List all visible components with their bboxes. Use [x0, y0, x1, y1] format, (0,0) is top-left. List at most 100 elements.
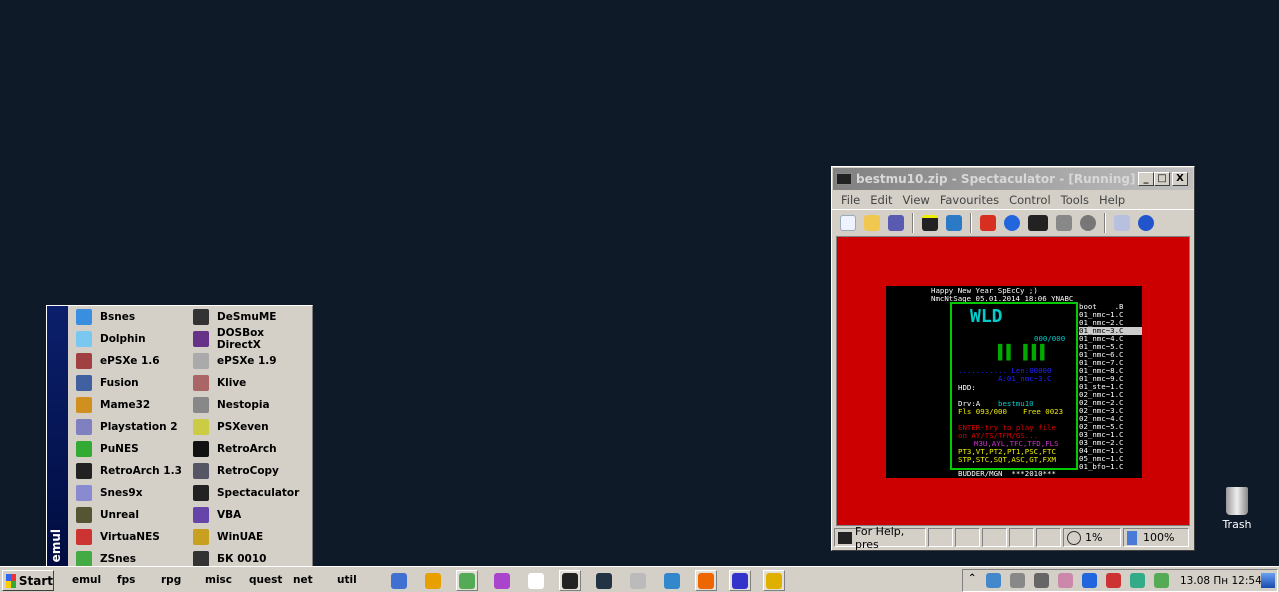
menu-item-3[interactable]: Klive: [193, 372, 311, 394]
menu-item-6[interactable]: RetroArch: [193, 438, 311, 460]
pause-icon[interactable]: [1004, 214, 1020, 231]
menu-item-mame32[interactable]: Mame32: [76, 394, 196, 416]
close-button[interactable]: X: [1172, 172, 1188, 186]
taskbar-button[interactable]: [525, 570, 547, 591]
taskbar-button[interactable]: [593, 570, 615, 591]
menu-view[interactable]: View: [898, 193, 935, 207]
tray-star-icon[interactable]: [1058, 573, 1073, 588]
app-icon: [76, 353, 92, 369]
menu-item-10[interactable]: WinUAE: [193, 526, 311, 548]
joystick-icon[interactable]: [1114, 214, 1130, 231]
camera-icon: [630, 572, 646, 589]
menu-item-2[interactable]: ePSXe 1.9: [193, 350, 311, 372]
app-icon: [193, 507, 209, 523]
current-file: A:01_nmc~3.C: [998, 374, 1052, 383]
taskbar-button[interactable]: [388, 570, 410, 591]
spectaculator-icon: [562, 572, 578, 589]
app-icon: [193, 397, 209, 413]
taskbar-button[interactable]: [627, 570, 649, 591]
app-icon: [76, 507, 92, 523]
toolbar-fps[interactable]: fps: [117, 574, 135, 586]
menu-favourites[interactable]: Favourites: [935, 193, 1004, 207]
open-icon[interactable]: [864, 214, 880, 231]
menu-edit[interactable]: Edit: [865, 193, 897, 207]
menu-item-fusion[interactable]: Fusion: [76, 372, 196, 394]
show-hidden-icons-chevron[interactable]: ⌃: [968, 573, 976, 584]
taskbar-button[interactable]: [729, 570, 751, 591]
menu-item-5[interactable]: PSXeven: [193, 416, 311, 438]
launcher-icon: [391, 572, 407, 589]
taskbar-button[interactable]: [661, 570, 683, 591]
app-icon: [193, 309, 209, 325]
menu-item-unreal[interactable]: Unreal: [76, 504, 196, 526]
window-icon[interactable]: [946, 214, 962, 231]
help-icon[interactable]: [1138, 214, 1154, 231]
menu-item-4[interactable]: Nestopia: [193, 394, 311, 416]
system-tray: ⌃ 13.08 Пн 12:54: [962, 569, 1278, 592]
menu-item-7[interactable]: RetroCopy: [193, 460, 311, 482]
machine-dropdown-icon[interactable]: [1028, 214, 1048, 231]
menu-item-playstation-2[interactable]: Playstation 2: [76, 416, 196, 438]
start-button[interactable]: Start: [2, 570, 54, 591]
toolbar-rpg[interactable]: rpg: [161, 574, 181, 586]
menu-help[interactable]: Help: [1094, 193, 1130, 207]
toolbar-emul[interactable]: emul: [72, 574, 101, 586]
toolbar-util[interactable]: util: [337, 574, 357, 586]
toolbar-quest[interactable]: quest: [249, 574, 282, 586]
free-count: Free 0023: [1023, 407, 1064, 416]
menu-item-9[interactable]: VBA: [193, 504, 311, 526]
menu-item-1[interactable]: DOSBox DirectX: [193, 327, 311, 351]
taskbar-button[interactable]: [695, 570, 717, 591]
tray-diamond-icon[interactable]: [1106, 573, 1121, 588]
terminal-icon: [596, 572, 612, 589]
taskbar-button[interactable]: [422, 570, 444, 591]
menu-item-snes9x[interactable]: Snes9x: [76, 482, 196, 504]
menu-control[interactable]: Control: [1004, 193, 1056, 207]
clock[interactable]: 13.08 Пн 12:54: [1180, 575, 1262, 587]
windows-logo-icon: [6, 573, 16, 588]
hdd-label: HDD:: [958, 383, 976, 392]
start-submenu-emul: emul Bsnes Dolphin ePSXe 1.6 Fusion Mame32 Pl…: [46, 305, 313, 569]
menu-file[interactable]: File: [836, 193, 865, 207]
new-icon[interactable]: [840, 214, 856, 231]
save-icon[interactable]: [888, 214, 904, 231]
menu-item-dolphin[interactable]: Dolphin: [76, 328, 196, 350]
file-list-item[interactable]: 01_bfo~1.C: [1079, 463, 1124, 471]
app-icon: [193, 331, 209, 347]
maximize-button[interactable]: □: [1154, 172, 1170, 186]
toolbar-net[interactable]: net: [293, 574, 313, 586]
toolbar: [832, 209, 1194, 235]
taskbar-button[interactable]: [559, 570, 581, 591]
menu-item-bsnes[interactable]: Bsnes: [76, 306, 196, 328]
utorrent-tray-icon[interactable]: [1154, 573, 1169, 588]
record-stop-icon[interactable]: [1080, 214, 1096, 231]
desktop-trash[interactable]: Trash: [1217, 487, 1257, 531]
taskbar-button[interactable]: [763, 570, 785, 591]
taskbar-button[interactable]: [456, 570, 478, 591]
menu-item-8[interactable]: Spectaculator: [193, 482, 311, 504]
tape-icon[interactable]: [922, 214, 938, 231]
spectrum-screen[interactable]: Happy New Year SpEcCy ;) NmcNtSage 05.01…: [886, 286, 1142, 478]
reset-icon[interactable]: [980, 214, 996, 231]
emulator-display[interactable]: Happy New Year SpEcCy ;) NmcNtSage 05.01…: [836, 236, 1190, 526]
tray-app-icon[interactable]: [986, 573, 1001, 588]
app-icon: [193, 419, 209, 435]
menu-item-retroarch-1-3[interactable]: RetroArch 1.3: [76, 460, 196, 482]
tray-cow-icon[interactable]: [1010, 573, 1025, 588]
camera-icon[interactable]: [1056, 214, 1072, 231]
show-desktop-button[interactable]: [1261, 573, 1275, 588]
app-icon: [193, 375, 209, 391]
menu-item-virtuanes[interactable]: VirtuaNES: [76, 526, 196, 548]
menu-item-epsxe-1-6[interactable]: ePSXe 1.6: [76, 350, 196, 372]
minimize-button[interactable]: _: [1138, 172, 1154, 186]
menu-item-0[interactable]: DeSmuME: [193, 306, 311, 328]
toolbar-misc[interactable]: misc: [205, 574, 232, 586]
app-icon: [193, 529, 209, 545]
screen-footer: BUDDER/MGN ***2010***: [958, 469, 1056, 478]
taskbar-button[interactable]: [491, 570, 513, 591]
lightning-icon[interactable]: [1082, 573, 1097, 588]
tray-eye-icon[interactable]: [1130, 573, 1145, 588]
menu-tools[interactable]: Tools: [1056, 193, 1094, 207]
menu-item-punes[interactable]: PuNES: [76, 438, 196, 460]
network-icon[interactable]: [1034, 573, 1049, 588]
